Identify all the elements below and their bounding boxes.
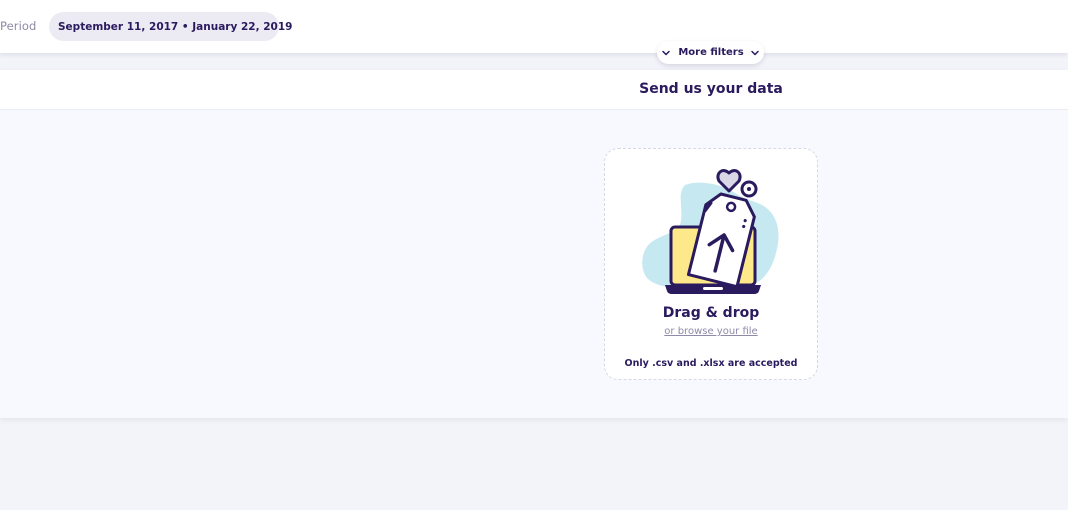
file-dropzone[interactable]: Drag & drop or browse your file Only .cs… bbox=[604, 148, 818, 380]
page: Period September 11, 2017 • January 22, … bbox=[0, 0, 1068, 510]
period-label: Period bbox=[0, 19, 37, 33]
laptop-upload-illustration bbox=[642, 169, 779, 294]
filter-bar: Period September 11, 2017 • January 22, … bbox=[0, 0, 1068, 53]
browse-file-link[interactable]: or browse your file bbox=[605, 326, 817, 337]
accepted-formats-note: Only .csv and .xlsx are accepted bbox=[624, 358, 798, 369]
dropzone-title: Drag & drop bbox=[662, 305, 760, 321]
chevron-down-icon bbox=[662, 50, 671, 55]
period-value: September 11, 2017 • January 22, 2019 bbox=[58, 20, 293, 33]
period-selector[interactable]: September 11, 2017 • January 22, 2019 bbox=[49, 12, 292, 41]
card-header: Send us your data bbox=[0, 70, 1068, 110]
chevron-down-icon bbox=[750, 50, 759, 55]
upload-card: Send us your data Drag & drop or browse … bbox=[0, 70, 1068, 418]
card-title: Send us your data bbox=[639, 81, 783, 97]
more-filters-button[interactable]: More filters bbox=[657, 41, 764, 64]
more-filters-label: More filters bbox=[678, 47, 744, 58]
